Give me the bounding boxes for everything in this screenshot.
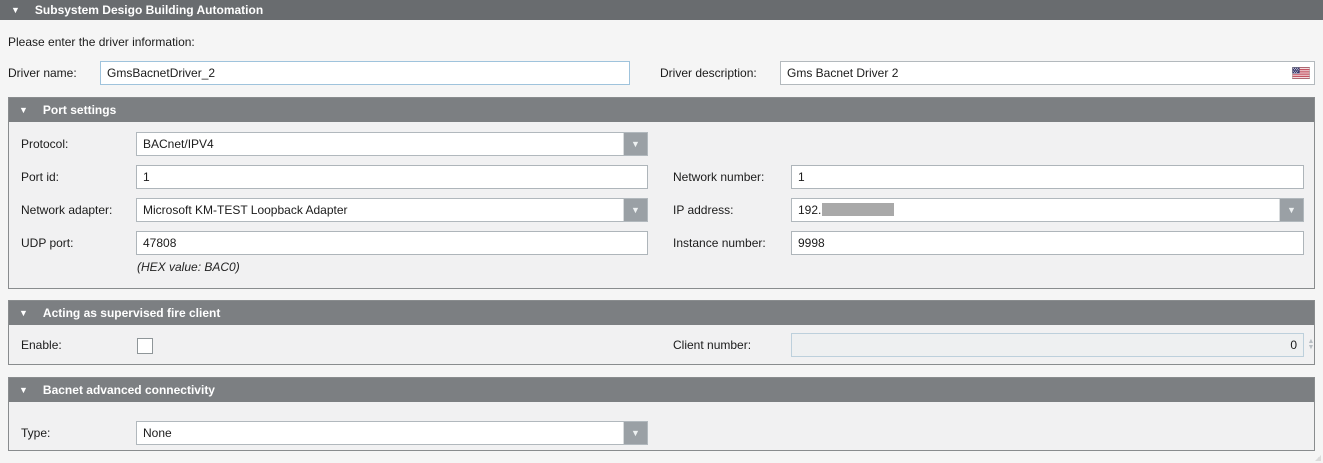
us-flag-icon[interactable] bbox=[1292, 67, 1310, 79]
type-label: Type: bbox=[21, 421, 50, 445]
type-dropdown[interactable]: None ▼ bbox=[136, 421, 648, 445]
driver-name-label: Driver name: bbox=[8, 61, 77, 85]
driver-name-input[interactable] bbox=[100, 61, 630, 85]
ip-address-label: IP address: bbox=[673, 198, 733, 222]
driver-description-value: Gms Bacnet Driver 2 bbox=[787, 66, 898, 80]
resize-grip[interactable] bbox=[1315, 455, 1321, 461]
fire-client-header[interactable]: ▼ Acting as supervised fire client bbox=[9, 301, 1314, 325]
driver-description-label: Driver description: bbox=[660, 61, 757, 85]
intro-text: Please enter the driver information: bbox=[8, 35, 195, 49]
section-advanced-connectivity: ▼ Bacnet advanced connectivity Type: Non… bbox=[8, 377, 1315, 451]
subsystem-section-header[interactable]: ▼ Subsystem Desigo Building Automation bbox=[0, 0, 1323, 20]
ip-address-value: 192. bbox=[792, 203, 1279, 217]
protocol-dropdown[interactable]: BACnet/IPV4 ▼ bbox=[136, 132, 648, 156]
network-adapter-value: Microsoft KM-TEST Loopback Adapter bbox=[137, 203, 623, 217]
client-number-input bbox=[791, 333, 1304, 357]
network-adapter-label: Network adapter: bbox=[21, 198, 112, 222]
udp-port-hex-hint: (HEX value: BAC0) bbox=[137, 260, 240, 274]
ip-address-dropdown[interactable]: 192. ▼ bbox=[791, 198, 1304, 222]
udp-port-input[interactable] bbox=[136, 231, 648, 255]
redaction-block bbox=[822, 203, 894, 216]
type-value: None bbox=[137, 426, 623, 440]
client-number-spinner[interactable]: ▲ ▼ bbox=[1305, 333, 1317, 357]
enable-label: Enable: bbox=[21, 333, 62, 357]
protocol-label: Protocol: bbox=[21, 132, 68, 156]
network-number-label: Network number: bbox=[673, 165, 764, 189]
instance-number-label: Instance number: bbox=[673, 231, 766, 255]
spinner-down-icon[interactable]: ▼ bbox=[1308, 345, 1315, 351]
fire-client-title: Acting as supervised fire client bbox=[43, 306, 220, 320]
collapse-icon: ▼ bbox=[19, 386, 28, 395]
dropdown-arrow-icon[interactable]: ▼ bbox=[623, 199, 647, 221]
port-id-input[interactable] bbox=[136, 165, 648, 189]
enable-checkbox[interactable] bbox=[137, 338, 153, 354]
advanced-connectivity-title: Bacnet advanced connectivity bbox=[43, 383, 215, 397]
instance-number-input[interactable] bbox=[791, 231, 1304, 255]
port-id-label: Port id: bbox=[21, 165, 59, 189]
advanced-connectivity-header[interactable]: ▼ Bacnet advanced connectivity bbox=[9, 378, 1314, 402]
port-settings-header[interactable]: ▼ Port settings bbox=[9, 98, 1314, 122]
dropdown-arrow-icon[interactable]: ▼ bbox=[1279, 199, 1303, 221]
protocol-value: BACnet/IPV4 bbox=[137, 137, 623, 151]
dropdown-arrow-icon[interactable]: ▼ bbox=[623, 133, 647, 155]
subsystem-section-title: Subsystem Desigo Building Automation bbox=[35, 3, 263, 17]
udp-port-label: UDP port: bbox=[21, 231, 73, 255]
client-number-label: Client number: bbox=[673, 333, 751, 357]
network-number-input[interactable] bbox=[791, 165, 1304, 189]
network-adapter-dropdown[interactable]: Microsoft KM-TEST Loopback Adapter ▼ bbox=[136, 198, 648, 222]
driver-description-input[interactable]: Gms Bacnet Driver 2 bbox=[780, 61, 1315, 85]
section-fire-client: ▼ Acting as supervised fire client Enabl… bbox=[8, 300, 1315, 365]
port-settings-title: Port settings bbox=[43, 103, 116, 117]
collapse-icon: ▼ bbox=[19, 106, 28, 115]
collapse-icon: ▼ bbox=[11, 6, 20, 15]
section-port-settings: ▼ Port settings Protocol: BACnet/IPV4 ▼ … bbox=[8, 97, 1315, 289]
dropdown-arrow-icon[interactable]: ▼ bbox=[623, 422, 647, 444]
collapse-icon: ▼ bbox=[19, 309, 28, 318]
